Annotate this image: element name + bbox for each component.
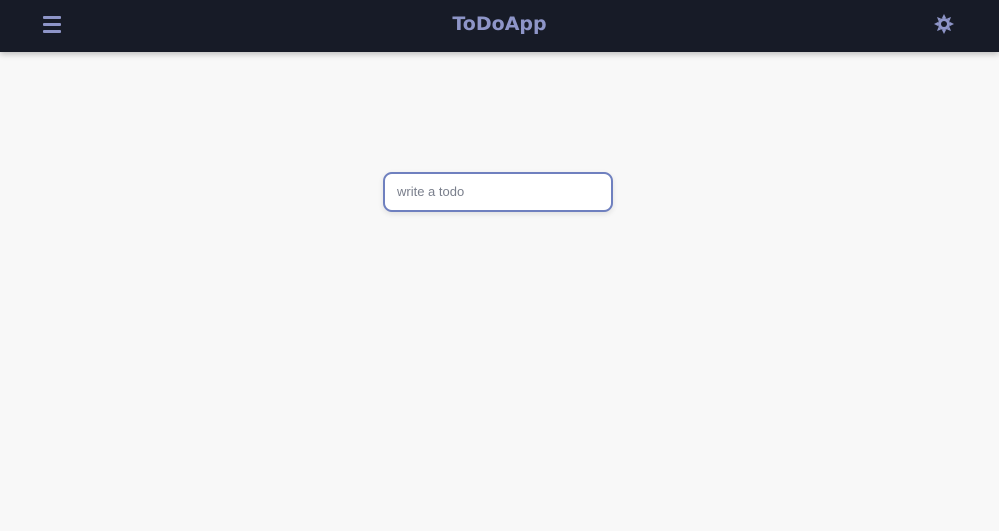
todo-input[interactable] [383,172,613,212]
top-bar: ToDoApp [0,0,999,52]
todo-input-wrapper: write a todo [383,172,613,212]
app-title: ToDoApp [452,13,547,35]
sun-icon[interactable] [934,14,954,34]
